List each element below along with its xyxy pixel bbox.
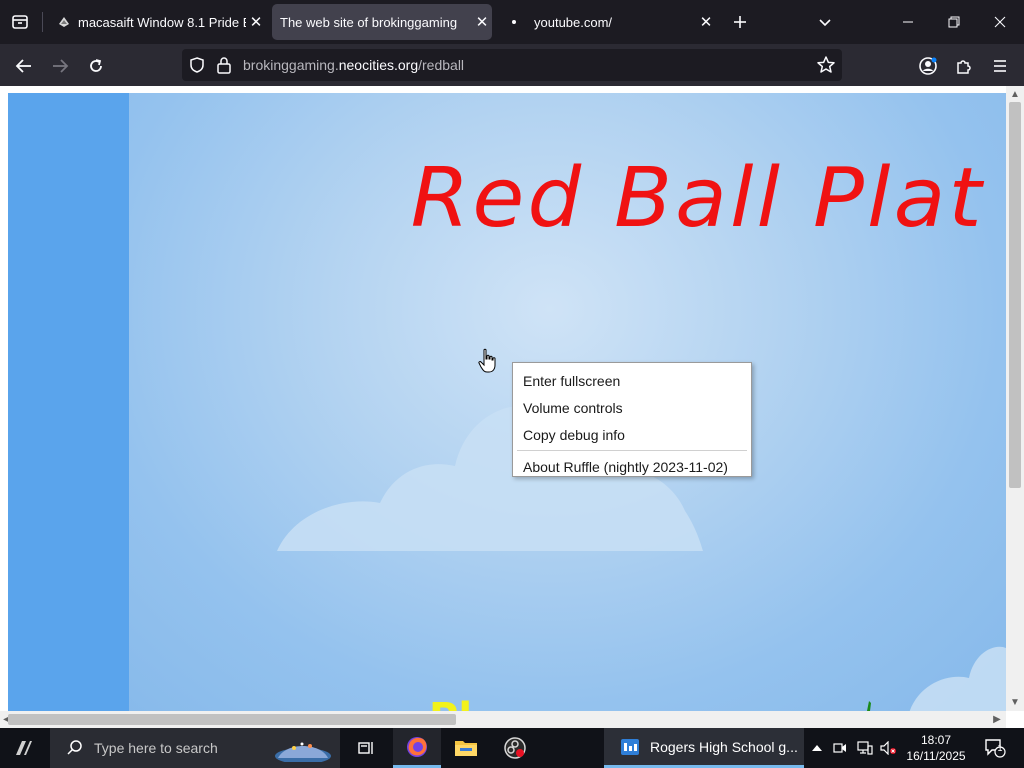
chevron-up-icon: [812, 745, 822, 751]
extensions-button[interactable]: [950, 52, 978, 80]
task-view-icon: [358, 742, 373, 754]
url-text[interactable]: brokinggaming.neocities.org/redball: [243, 57, 464, 73]
task-view-button[interactable]: [342, 728, 390, 768]
url-path: /redball: [418, 57, 465, 73]
windows-taskbar: Type here to search Rogers High School g…: [0, 728, 1024, 768]
close-icon: [994, 16, 1006, 28]
restore-icon: [948, 16, 960, 28]
tab-brokinggaming[interactable]: The web site of brokinggaming ✕: [272, 4, 492, 40]
app-menu-button[interactable]: [986, 52, 1014, 80]
clock-time: 18:07: [920, 733, 952, 747]
app-icon: [56, 14, 72, 30]
tab-title: macasaift Window 8.1 Pride Edi: [78, 14, 246, 30]
taskbar-search-box[interactable]: Type here to search: [50, 728, 340, 768]
search-highlight-image: [275, 742, 331, 762]
scroll-up-arrow-icon[interactable]: ▲: [1008, 87, 1022, 101]
folder-icon: [455, 741, 477, 756]
window-close-button[interactable]: [986, 8, 1014, 36]
windows-start-icon: [16, 741, 32, 755]
plant-graphic: [867, 701, 871, 711]
game-title: Red Ball Plat: [410, 151, 985, 246]
minimize-icon: [903, 21, 913, 23]
taskbar-obs[interactable]: [491, 728, 539, 768]
bookmark-star-icon[interactable]: [816, 55, 836, 80]
vertical-scrollbar-thumb[interactable]: [1009, 102, 1021, 488]
ruffle-context-menu: Enter fullscreen Volume controls Copy de…: [512, 362, 752, 477]
hamburger-menu-icon: [994, 60, 1006, 72]
tab-youtube[interactable]: youtube.com/ ✕: [498, 4, 716, 40]
horizontal-scrollbar-thumb[interactable]: [8, 714, 456, 725]
account-icon: [919, 57, 937, 75]
start-button[interactable]: [0, 728, 48, 768]
search-icon: [67, 740, 82, 755]
chevron-down-icon: [819, 19, 831, 27]
taskbar-window-rogers[interactable]: Rogers High School g...: [604, 728, 804, 768]
restore-button[interactable]: [940, 8, 968, 36]
url-host: neocities.org: [338, 57, 419, 73]
horizontal-scrollbar[interactable]: ◀ ▶: [0, 711, 1006, 728]
close-icon[interactable]: ✕: [246, 12, 266, 32]
teams-app-icon: [621, 738, 639, 755]
menu-separator: [517, 450, 747, 451]
tab-title: youtube.com/: [534, 14, 613, 30]
action-center-button[interactable]: 1: [978, 728, 1012, 768]
taskbar-window-title: Rogers High School g...: [650, 738, 798, 755]
menu-item-enter-fullscreen[interactable]: Enter fullscreen: [513, 367, 751, 394]
tray-meet-now-icon[interactable]: [830, 728, 850, 768]
close-icon[interactable]: ✕: [696, 12, 716, 32]
navigation-toolbar: brokinggaming.neocities.org/redball: [0, 44, 1024, 86]
volume-muted-icon[interactable]: [878, 728, 898, 768]
network-icon[interactable]: [854, 728, 876, 768]
firefox-view-icon: [12, 15, 28, 29]
taskbar-file-explorer[interactable]: [442, 728, 490, 768]
lock-icon[interactable]: [216, 56, 232, 79]
clock-date: 16/11/2025: [906, 749, 966, 763]
plus-icon: [734, 16, 746, 28]
search-placeholder: Type here to search: [94, 740, 218, 756]
tab-strip: macasaift Window 8.1 Pride Edi ✕ The web…: [0, 0, 1024, 44]
url-prefix: brokinggaming.: [243, 57, 339, 73]
shield-icon[interactable]: [188, 56, 206, 79]
list-all-tabs-button[interactable]: [813, 10, 837, 34]
notification-count-badge: 1: [997, 743, 1003, 753]
close-icon[interactable]: ✕: [472, 12, 492, 32]
screen: macasaift Window 8.1 Pride Edi ✕ The web…: [0, 0, 1024, 768]
tab-title: The web site of brokinggaming: [280, 14, 458, 30]
dot-icon: [506, 14, 522, 30]
taskbar-firefox[interactable]: [393, 728, 441, 768]
reload-button[interactable]: [82, 52, 110, 80]
cloud-graphic-small: [909, 646, 1006, 711]
minimize-button[interactable]: [894, 8, 922, 36]
taskbar-clock[interactable]: 18:07 16/11/2025: [900, 732, 972, 764]
forward-button[interactable]: [46, 52, 74, 80]
tab-separator: [42, 12, 43, 32]
page-frame: Red Ball Plat Pl: [8, 93, 1006, 711]
hand-cursor-icon: [478, 348, 496, 373]
arrow-left-icon: [15, 59, 31, 73]
scroll-down-arrow-icon[interactable]: ▼: [1008, 695, 1022, 709]
firefox-view-button[interactable]: [8, 10, 32, 34]
page-left-sidebar: [8, 93, 129, 711]
address-bar[interactable]: brokinggaming.neocities.org/redball: [182, 49, 842, 81]
obs-record-icon: [504, 737, 526, 759]
menu-item-copy-debug-info[interactable]: Copy debug info: [513, 421, 751, 448]
reload-icon: [90, 59, 102, 72]
scroll-right-arrow-icon[interactable]: ▶: [990, 712, 1004, 726]
game-subtitle-partial: Pl: [429, 695, 472, 711]
menu-item-about-ruffle[interactable]: About Ruffle (nightly 2023-11-02): [513, 453, 751, 480]
arrow-right-icon: [53, 59, 69, 73]
vertical-scrollbar[interactable]: ▲ ▼: [1006, 86, 1024, 711]
firefox-icon: [407, 736, 427, 757]
back-button[interactable]: [10, 52, 38, 80]
tab-macasaift[interactable]: macasaift Window 8.1 Pride Edi ✕: [48, 4, 266, 40]
puzzle-icon: [957, 60, 971, 74]
new-tab-button[interactable]: [728, 10, 752, 34]
menu-item-volume-controls[interactable]: Volume controls: [513, 394, 751, 421]
account-button[interactable]: [914, 52, 942, 80]
show-hidden-icons-button[interactable]: [808, 728, 826, 768]
